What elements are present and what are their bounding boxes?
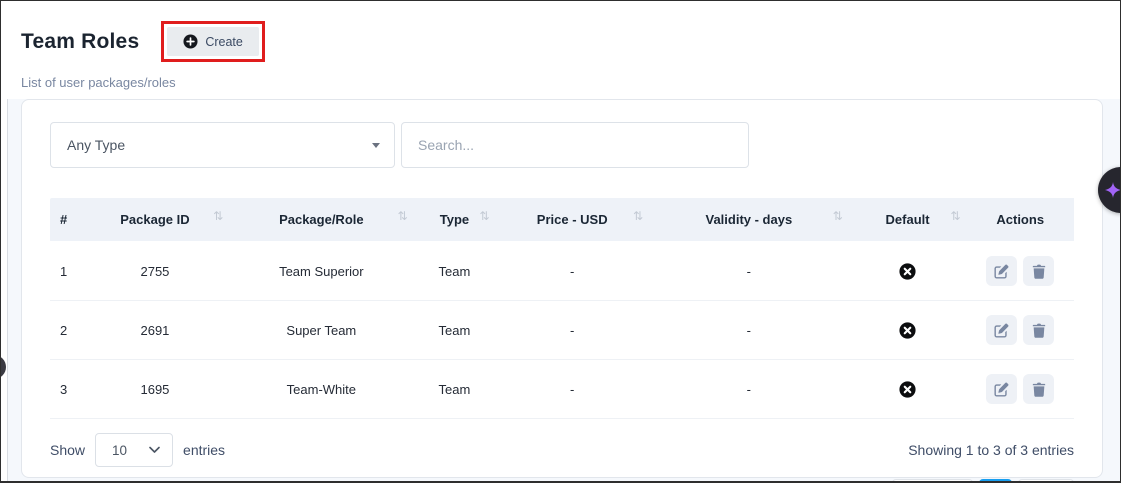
- showing-entries-text: Showing 1 to 3 of 3 entries: [908, 442, 1074, 458]
- pagination: Previous 1 Next: [50, 479, 1074, 483]
- column-header-package-role[interactable]: Package/Role ⇅: [229, 198, 413, 242]
- column-header-label: Default: [886, 212, 930, 227]
- previous-page-button[interactable]: Previous: [892, 479, 973, 483]
- cell-index: 1: [50, 242, 81, 301]
- column-header-price-usd[interactable]: Price - USD ⇅: [495, 198, 649, 242]
- cell-package-role: Team Superior: [229, 242, 413, 301]
- cell-actions: [966, 301, 1074, 360]
- roles-card: Any Type #Package ID⇅Package/Role⇅Type⇅P…: [21, 99, 1103, 478]
- page-length-value: 10: [112, 443, 127, 458]
- entries-label: entries: [183, 442, 225, 458]
- edit-icon: [994, 264, 1009, 279]
- cell-default: [849, 360, 967, 419]
- next-page-button[interactable]: Next: [1018, 479, 1074, 483]
- column-header-package-id[interactable]: Package ID ⇅: [81, 198, 229, 242]
- cell-package-id: 1695: [81, 360, 229, 419]
- column-header-label: Package/Role: [279, 212, 364, 227]
- edit-button[interactable]: [986, 374, 1017, 404]
- page-length-select[interactable]: 10: [95, 433, 173, 467]
- delete-button[interactable]: [1023, 374, 1054, 404]
- table-row: 22691Super TeamTeam--: [50, 301, 1074, 360]
- times-circle-icon: [899, 321, 916, 336]
- roles-table: #Package ID⇅Package/Role⇅Type⇅Price - US…: [50, 198, 1074, 419]
- cell-index: 2: [50, 301, 81, 360]
- page-title: Team Roles: [21, 30, 139, 54]
- column-header-label: Actions: [996, 212, 1044, 227]
- sort-icon[interactable]: ⇅: [397, 209, 407, 223]
- chevron-down-icon: [372, 143, 380, 148]
- cell-type: Team: [414, 301, 496, 360]
- page-subtitle: List of user packages/roles: [21, 75, 1120, 90]
- cell-type: Team: [414, 360, 496, 419]
- cell-index: 3: [50, 360, 81, 419]
- cell-validity-days: -: [649, 360, 849, 419]
- column-header-validity-days[interactable]: Validity - days ⇅: [649, 198, 849, 242]
- column-header-label: Validity - days: [705, 212, 792, 227]
- type-filter-value: Any Type: [67, 137, 125, 153]
- column-header-label: #: [60, 212, 67, 227]
- type-filter-select[interactable]: Any Type: [50, 122, 395, 168]
- column-header-actions: Actions: [966, 198, 1074, 242]
- cell-actions: [966, 360, 1074, 419]
- trash-icon: [1032, 382, 1046, 397]
- cell-validity-days: -: [649, 301, 849, 360]
- show-label: Show: [50, 442, 85, 458]
- column-header-: #: [50, 198, 81, 242]
- sort-icon[interactable]: ⇅: [213, 209, 223, 223]
- delete-button[interactable]: [1023, 256, 1054, 286]
- sort-icon[interactable]: ⇅: [950, 209, 960, 223]
- table-header: #Package ID⇅Package/Role⇅Type⇅Price - US…: [50, 198, 1074, 242]
- sparkle-icon: [1105, 182, 1121, 198]
- cell-package-role: Super Team: [229, 301, 413, 360]
- trash-icon: [1032, 264, 1046, 279]
- column-header-label: Type: [440, 212, 469, 227]
- table-row: 12755Team SuperiorTeam--: [50, 242, 1074, 301]
- page-header: Team Roles Create List of user packages/…: [1, 1, 1120, 99]
- create-button-label: Create: [205, 35, 243, 49]
- cell-validity-days: -: [649, 242, 849, 301]
- edit-icon: [994, 382, 1009, 397]
- sort-icon[interactable]: ⇅: [633, 209, 643, 223]
- delete-button[interactable]: [1023, 315, 1054, 345]
- cell-package-role: Team-White: [229, 360, 413, 419]
- column-header-default[interactable]: Default ⇅: [849, 198, 967, 242]
- team-roles-page: Team Roles Create List of user packages/…: [0, 0, 1121, 483]
- sort-icon[interactable]: ⇅: [833, 209, 843, 223]
- cell-price-usd: -: [495, 301, 649, 360]
- trash-icon: [1032, 323, 1046, 338]
- page-number-button[interactable]: 1: [979, 479, 1013, 483]
- times-circle-icon: [899, 380, 916, 395]
- cell-price-usd: -: [495, 242, 649, 301]
- column-header-label: Price - USD: [537, 212, 608, 227]
- times-circle-icon: [899, 262, 916, 277]
- column-header-type[interactable]: Type ⇅: [414, 198, 496, 242]
- edit-button[interactable]: [986, 256, 1017, 286]
- table-footer: Show 10 entries Showing 1 to 3 of 3 entr…: [50, 433, 1074, 467]
- sort-icon[interactable]: ⇅: [479, 209, 489, 223]
- cell-type: Team: [414, 242, 496, 301]
- search-input[interactable]: [401, 122, 749, 168]
- page-length-group: Show 10 entries: [50, 433, 225, 467]
- left-edge-floating-button[interactable]: [0, 355, 6, 379]
- column-header-label: Package ID: [120, 212, 189, 227]
- table-row: 31695Team-WhiteTeam--: [50, 360, 1074, 419]
- cell-package-id: 2691: [81, 301, 229, 360]
- edit-button[interactable]: [986, 315, 1017, 345]
- cell-actions: [966, 242, 1074, 301]
- create-button-highlight-box: Create: [161, 21, 265, 62]
- cell-price-usd: -: [495, 360, 649, 419]
- edit-icon: [994, 323, 1009, 338]
- filter-row: Any Type: [50, 122, 1074, 168]
- create-button[interactable]: Create: [167, 27, 259, 56]
- cell-default: [849, 301, 967, 360]
- cell-default: [849, 242, 967, 301]
- plus-circle-icon: [183, 34, 198, 49]
- cell-package-id: 2755: [81, 242, 229, 301]
